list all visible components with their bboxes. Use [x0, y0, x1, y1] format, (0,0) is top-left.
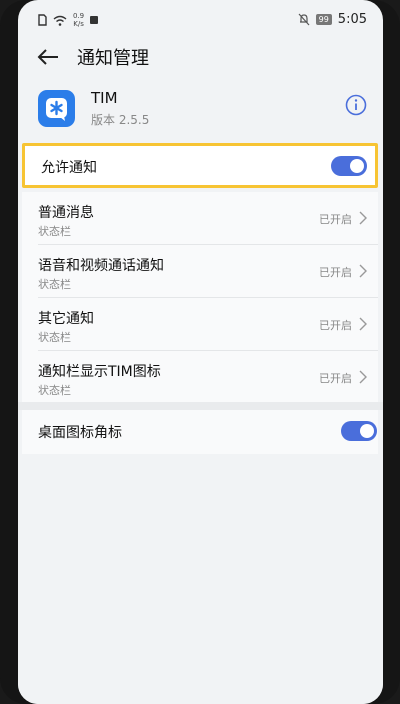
- desktop-badge-row[interactable]: 桌面图标角标: [22, 410, 378, 454]
- allow-notifications-toggle[interactable]: [331, 156, 367, 176]
- channel-item-other-notifications[interactable]: 其它通知 状态栏 已开启: [22, 298, 378, 350]
- muted-bell-icon: [298, 13, 310, 26]
- app-info-button[interactable]: [344, 93, 368, 117]
- section-gap: [18, 402, 383, 410]
- channel-title: 普通消息: [38, 205, 94, 221]
- clock: 5:05: [337, 12, 367, 27]
- app-version: 版本 2.5.5: [91, 113, 150, 127]
- notification-channel-list: 普通消息 状态栏 已开启 语音和视频通话通知 状态栏 已开启 其它通知 状态栏 …: [22, 192, 378, 402]
- channel-status: 已开启: [319, 319, 352, 332]
- chevron-right-icon: [359, 317, 367, 331]
- channel-subtitle: 状态栏: [38, 278, 71, 291]
- back-button[interactable]: [34, 42, 64, 72]
- channel-item-normal-messages[interactable]: 普通消息 状态栏 已开启: [22, 192, 378, 244]
- screen: 0.9 K/s 99 5:05 通知管理 TIM 版本 2.5.5 允许通知 普…: [18, 0, 383, 704]
- channel-title: 语音和视频通话通知: [38, 258, 164, 274]
- app-icon: [38, 90, 75, 127]
- channel-status: 已开启: [319, 372, 352, 385]
- empty-area: [18, 454, 383, 704]
- wifi-icon: [53, 15, 67, 26]
- back-arrow-icon: [37, 49, 58, 65]
- page-title: 通知管理: [77, 48, 149, 69]
- desktop-badge-toggle[interactable]: [341, 421, 377, 441]
- notification-square-icon: [90, 16, 99, 24]
- chevron-right-icon: [359, 264, 367, 278]
- chevron-right-icon: [359, 211, 367, 225]
- channel-subtitle: 状态栏: [38, 384, 71, 397]
- battery-level: 99: [315, 14, 332, 25]
- network-speed-value: 0.9: [73, 12, 85, 20]
- status-bar: 0.9 K/s 99 5:05: [18, 0, 383, 40]
- header: 通知管理: [18, 40, 383, 76]
- desktop-badge-label: 桌面图标角标: [38, 425, 122, 441]
- channel-item-status-bar-icon[interactable]: 通知栏显示TIM图标 状态栏 已开启: [22, 351, 378, 403]
- channel-title: 通知栏显示TIM图标: [38, 364, 161, 380]
- info-icon: [345, 94, 367, 116]
- channel-title: 其它通知: [38, 311, 94, 327]
- network-speed: 0.9 K/s: [73, 12, 84, 28]
- app-name: TIM: [91, 89, 118, 107]
- allow-notifications-label: 允许通知: [41, 160, 97, 176]
- channel-status: 已开启: [319, 266, 352, 279]
- channel-subtitle: 状态栏: [38, 331, 71, 344]
- channel-status: 已开启: [319, 213, 352, 226]
- status-bar-left: 0.9 K/s: [38, 12, 99, 28]
- sim-card-icon: [38, 14, 47, 26]
- network-speed-unit: K/s: [73, 20, 84, 28]
- tim-logo-icon: [46, 98, 67, 121]
- status-bar-right: 99 5:05: [298, 12, 367, 27]
- channel-subtitle: 状态栏: [38, 225, 71, 238]
- allow-notifications-row[interactable]: 允许通知: [22, 143, 378, 188]
- chevron-right-icon: [359, 370, 367, 384]
- channel-item-voice-video-calls[interactable]: 语音和视频通话通知 状态栏 已开启: [22, 245, 378, 297]
- app-info: TIM 版本 2.5.5: [18, 80, 383, 138]
